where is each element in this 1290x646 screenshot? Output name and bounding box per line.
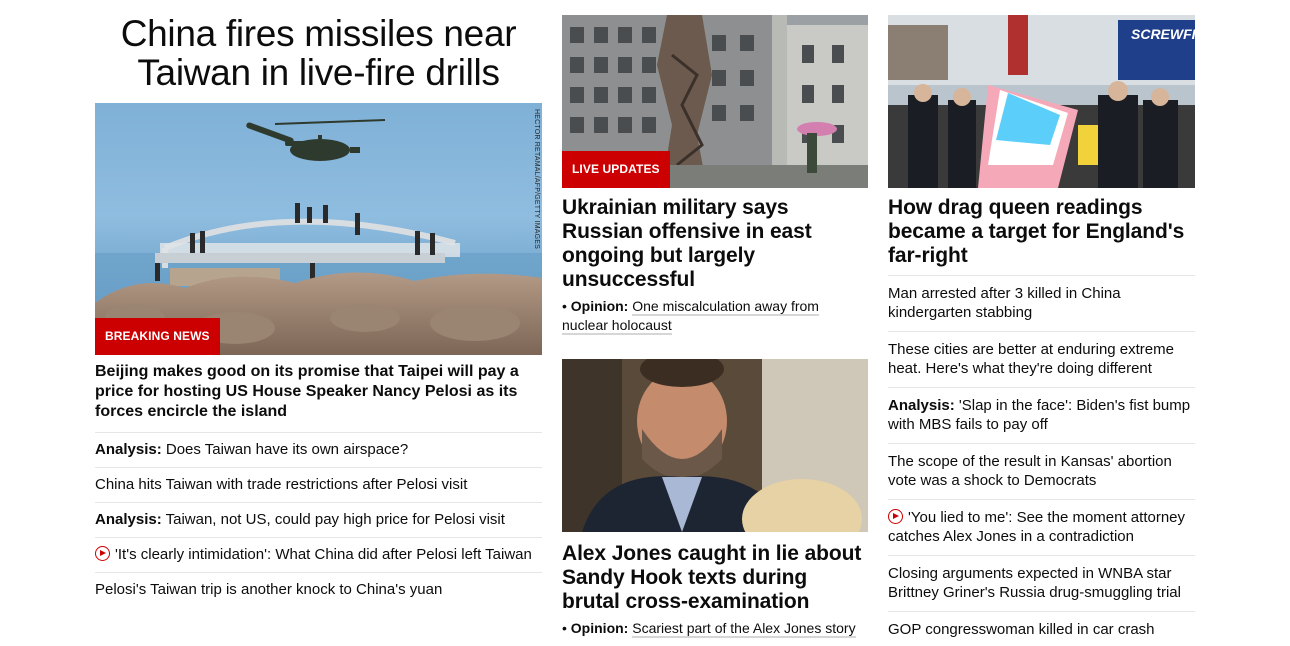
image-credit: HECTOR RETAMAL/AFP/GETTY IMAGES [533,109,540,249]
list-item[interactable]: 'It's clearly intimidation': What China … [95,537,542,572]
alex-jones-opinion-link[interactable]: • Opinion: Scariest part of the Alex Jon… [562,619,868,638]
video-play-icon [888,509,903,524]
live-updates-badge: LIVE UPDATES [562,151,670,188]
list-item[interactable]: China hits Taiwan with trade restriction… [95,467,542,502]
list-item[interactable]: Man arrested after 3 killed in China kin… [888,275,1195,331]
list-item[interactable]: Analysis: Does Taiwan have its own airsp… [95,432,542,467]
lead-story-text[interactable]: Beijing makes good on its promise that T… [95,362,542,422]
related-links: Analysis: Does Taiwan have its own airsp… [95,432,542,607]
right-related-links: Man arrested after 3 killed in China kin… [888,275,1195,646]
ukraine-headline[interactable]: Ukrainian military says Russian offensiv… [562,196,868,292]
top-story-column: China fires missiles near Taiwan in live… [95,0,542,607]
svg-text:SCREWFIX: SCREWFIX [1131,26,1195,42]
alex-jones-image[interactable] [562,359,868,532]
list-item[interactable]: GOP congresswoman killed in car crash [888,611,1195,646]
list-item[interactable]: Analysis: Taiwan, not US, could pay high… [95,502,542,537]
main-story-image[interactable]: HECTOR RETAMAL/AFP/GETTY IMAGES BREAKING… [95,103,542,355]
right-column: SCREWFIX How drag queen readings became … [888,0,1195,646]
list-item[interactable]: The scope of the result in Kansas' abort… [888,443,1195,499]
drag-queen-headline[interactable]: How drag queen readings became a target … [888,196,1195,268]
alex-jones-headline[interactable]: Alex Jones caught in lie about Sandy Hoo… [562,542,868,614]
main-headline[interactable]: China fires missiles near Taiwan in live… [95,14,542,92]
list-item[interactable]: 'You lied to me': See the moment attorne… [888,499,1195,555]
ukraine-opinion-link[interactable]: • Opinion: One miscalculation away from … [562,297,868,335]
list-item[interactable]: Pelosi's Taiwan trip is another knock to… [95,572,542,607]
list-item[interactable]: Analysis: 'Slap in the face': Biden's fi… [888,387,1195,443]
middle-column: LIVE UPDATES Ukrainian military says Rus… [562,0,868,638]
list-item[interactable]: Closing arguments expected in WNBA star … [888,555,1195,611]
breaking-news-badge: BREAKING NEWS [95,318,220,355]
courtroom-photo [562,359,868,532]
protest-photo: SCREWFIX [888,15,1195,188]
england-protest-image[interactable]: SCREWFIX [888,15,1195,188]
alex-jones-card: Alex Jones caught in lie about Sandy Hoo… [562,359,868,638]
ukraine-story-image[interactable]: LIVE UPDATES [562,15,868,188]
list-item[interactable]: These cities are better at enduring extr… [888,331,1195,387]
video-play-icon [95,546,110,561]
